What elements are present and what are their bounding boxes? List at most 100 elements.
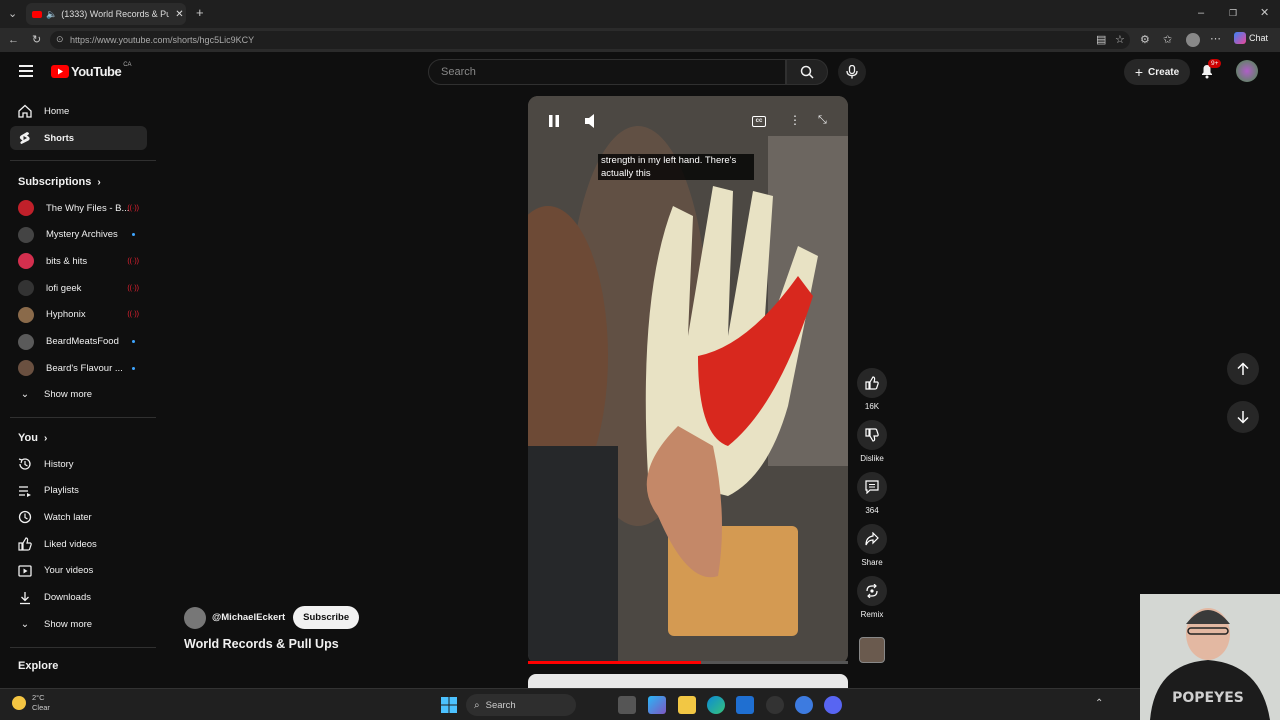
site-info-icon[interactable]: ⊙	[56, 34, 64, 45]
notifications-button[interactable]: 9+	[1200, 59, 1222, 79]
channel-avatar[interactable]	[184, 606, 206, 629]
more-options-icon[interactable]: ⋮	[789, 114, 801, 126]
voice-search-button[interactable]	[838, 58, 866, 86]
discord-icon[interactable]	[824, 696, 842, 714]
tab-list-icon[interactable]: ⌄	[8, 8, 17, 20]
subscriptions-heading[interactable]: Subscriptions ›	[18, 176, 101, 188]
sidebar-item-watch-later[interactable]: Watch later	[10, 505, 147, 529]
comments-button[interactable]	[857, 472, 887, 502]
taskbar-search[interactable]: ⌕ Search	[466, 694, 576, 716]
chevron-down-icon: ⌄	[20, 388, 30, 400]
search-button[interactable]	[786, 59, 828, 85]
remix-button[interactable]	[857, 576, 887, 606]
sidebar-item-history[interactable]: History	[10, 452, 147, 476]
volume-button[interactable]	[584, 113, 598, 129]
previous-short-button[interactable]	[1227, 353, 1259, 385]
dislike-action[interactable]: Dislike	[856, 420, 888, 463]
pause-button[interactable]	[548, 114, 560, 128]
sidebar-divider	[10, 160, 156, 161]
app-icon[interactable]	[795, 696, 813, 714]
search-placeholder: Search	[441, 66, 476, 78]
arrow-up-icon	[1237, 362, 1249, 375]
close-window-icon[interactable]: ✕	[1260, 7, 1269, 19]
back-icon[interactable]: ←	[8, 34, 19, 46]
restore-icon[interactable]: ❐	[1229, 7, 1237, 19]
subscription-item[interactable]: Hyphonix ((·))	[10, 303, 147, 327]
refresh-icon[interactable]: ↻	[32, 34, 41, 46]
sidebar-item-your-videos[interactable]: Your videos	[10, 559, 147, 583]
windows-taskbar: 2°C Clear ⌕ Search ⌃	[0, 688, 1280, 720]
new-tab-icon[interactable]: +	[196, 6, 204, 19]
close-tab-icon[interactable]: ✕	[175, 9, 183, 20]
favorites-bar-icon[interactable]: ✩	[1163, 34, 1172, 46]
copilot-taskbar-icon[interactable]	[648, 696, 666, 714]
your-videos-icon	[18, 565, 32, 577]
obs-icon[interactable]	[766, 696, 784, 714]
show-more-you[interactable]: ⌄ Show more	[10, 612, 147, 636]
task-view-icon[interactable]	[618, 696, 636, 714]
subscription-item[interactable]: BeardMeatsFood	[10, 330, 147, 354]
copilot-chat-button[interactable]: Chat	[1234, 32, 1268, 44]
sidebar-divider	[10, 417, 156, 418]
share-button[interactable]	[857, 524, 887, 554]
liked-videos-icon	[18, 537, 32, 551]
fullscreen-icon[interactable]: ⤡	[818, 114, 827, 126]
hamburger-menu-icon[interactable]	[19, 65, 33, 77]
subscription-item[interactable]: bits & hits ((·))	[10, 249, 147, 273]
windows-start-icon[interactable]	[441, 697, 457, 713]
sidebar-item-liked-videos[interactable]: Liked videos	[10, 532, 147, 556]
subscription-item[interactable]: Beard's Flavour ...	[10, 356, 147, 380]
more-menu-icon[interactable]: ⋯	[1210, 33, 1221, 45]
subscription-item[interactable]: The Why Files - B... ((·))	[10, 196, 147, 220]
dislike-button[interactable]	[857, 420, 887, 450]
video-progress-bar[interactable]	[528, 661, 848, 664]
search-input[interactable]: Search	[428, 59, 786, 85]
like-action[interactable]: 16K	[856, 368, 888, 411]
url-field[interactable]: ⊙ https://www.youtube.com/shorts/hgc5Lic…	[50, 31, 1130, 49]
audio-playing-icon[interactable]: 🔈	[46, 9, 57, 20]
reader-mode-icon[interactable]: ▤	[1096, 34, 1106, 46]
region-code: CA	[123, 61, 132, 68]
sidebar-item-downloads[interactable]: Downloads	[10, 586, 147, 610]
profile-avatar[interactable]	[1186, 33, 1200, 47]
youtube-logo[interactable]: YouTube CA	[51, 61, 132, 79]
next-short-preview[interactable]	[528, 674, 848, 688]
extensions-icon[interactable]: ⚙	[1140, 34, 1150, 46]
shorts-video-player[interactable]: cc ⋮ ⤡ strength in my left hand. There's…	[528, 96, 848, 664]
tray-chevron-icon[interactable]: ⌃	[1095, 698, 1103, 709]
show-more-label: Show more	[44, 618, 93, 630]
favorite-icon[interactable]: ☆	[1115, 34, 1125, 46]
subscription-item[interactable]: lofi geek ((·))	[10, 276, 147, 300]
comment-icon	[865, 480, 879, 494]
you-heading[interactable]: You ›	[18, 432, 47, 444]
comments-action[interactable]: 364	[856, 472, 888, 515]
webcam-overlay: POPEYES	[1140, 594, 1280, 720]
edge-icon[interactable]	[707, 696, 725, 714]
live-indicator-icon: ((·))	[127, 204, 139, 212]
weather-widget[interactable]: 2°C Clear	[12, 693, 50, 713]
browser-tab[interactable]: 🔈 (1333) World Records & Pull Ups ✕	[26, 3, 186, 25]
short-title[interactable]: World Records & Pull Ups	[184, 637, 339, 651]
next-short-button[interactable]	[1227, 401, 1259, 433]
url-text: https://www.youtube.com/shorts/hgc5Lic9K…	[70, 35, 255, 45]
subscription-item[interactable]: Mystery Archives	[10, 223, 147, 247]
subscribe-button[interactable]: Subscribe	[293, 606, 360, 629]
live-indicator-icon: ((·))	[127, 311, 139, 319]
minimize-icon[interactable]: –	[1198, 7, 1204, 19]
account-avatar[interactable]	[1236, 60, 1258, 82]
sidebar-item-shorts[interactable]: Shorts	[10, 126, 147, 150]
sidebar-item-home[interactable]: Home	[10, 99, 147, 123]
sound-thumbnail[interactable]	[859, 637, 885, 663]
youtube-header: YouTube CA Search + Create 9+	[0, 52, 1280, 92]
channel-handle[interactable]: @MichaelEckert	[212, 612, 285, 623]
sidebar-item-playlists[interactable]: Playlists	[10, 479, 147, 503]
create-button[interactable]: + Create	[1124, 59, 1190, 85]
file-explorer-icon[interactable]	[678, 696, 696, 714]
like-button[interactable]	[857, 368, 887, 398]
share-action[interactable]: Share	[856, 524, 888, 567]
plus-icon: +	[1134, 64, 1144, 80]
captions-button[interactable]: cc	[752, 116, 766, 127]
show-more-subscriptions[interactable]: ⌄ Show more	[10, 382, 147, 406]
store-icon[interactable]	[736, 696, 754, 714]
remix-action[interactable]: Remix	[856, 576, 888, 619]
